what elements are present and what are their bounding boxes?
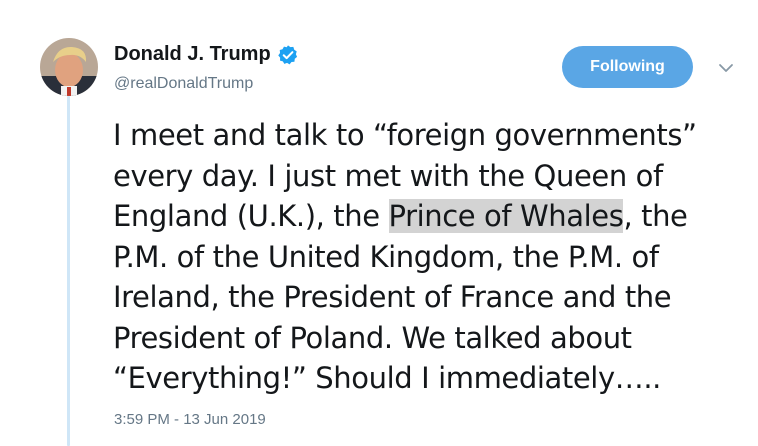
tweet-line-before: England (U.K.), the (113, 199, 389, 233)
tweet-text: I meet and talk to “foreign governments”… (113, 115, 753, 399)
tweet-line: I meet and talk to “foreign governments” (113, 118, 697, 152)
avatar-image (40, 38, 98, 96)
verified-badge-icon (277, 44, 299, 66)
timestamp[interactable]: 3:59 PM - 13 Jun 2019 (114, 411, 266, 428)
chevron-down-icon[interactable] (716, 58, 736, 78)
tweet-line: President of Poland. We talked about (113, 320, 632, 355)
tweet-line: “Everything!” Should I immediately….. (113, 361, 661, 395)
following-button[interactable]: Following (562, 46, 693, 88)
tweet-line: P.M. of the United Kingdom, the P.M. of (113, 239, 659, 274)
tweet-line: England (U.K.), the Prince of Whales, th… (113, 196, 753, 237)
display-name[interactable]: Donald J. Trump (114, 43, 299, 66)
thread-line (67, 96, 70, 446)
display-name-text: Donald J. Trump (114, 43, 271, 65)
screen-name[interactable]: @realDonaldTrump (114, 75, 253, 93)
tweet-line: every day. I just met with the Queen of (113, 158, 663, 193)
tweet-line-after: , the (623, 199, 688, 233)
highlighted-text: Prince of Whales (388, 199, 624, 233)
tweet-card: Donald J. Trump @realDonaldTrump Followi… (0, 0, 758, 446)
tweet-line: Ireland, the President of France and the (113, 280, 672, 314)
avatar[interactable] (40, 38, 98, 96)
